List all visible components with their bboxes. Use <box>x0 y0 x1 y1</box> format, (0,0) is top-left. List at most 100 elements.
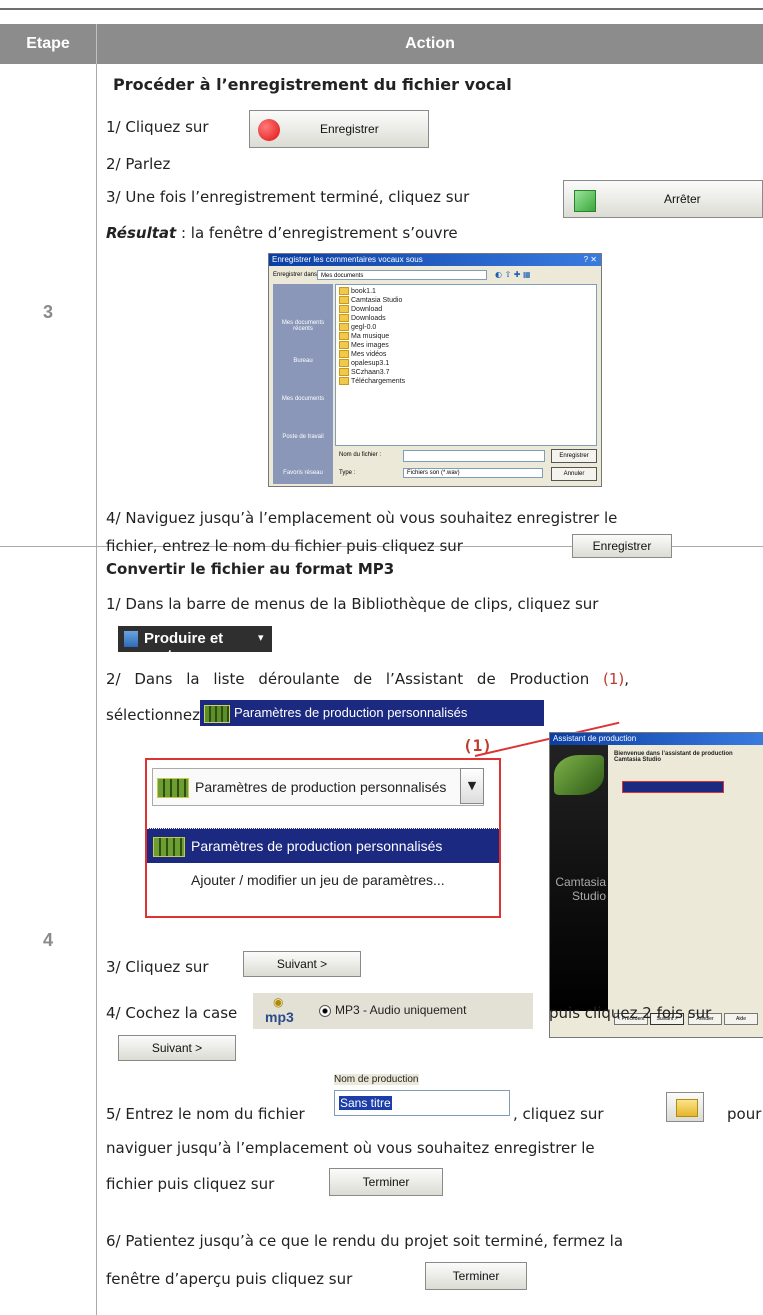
wizard-welcome: Bienvenue dans l’assistant de production… <box>614 751 733 763</box>
next-button-2[interactable]: Suivant > <box>118 1035 236 1061</box>
file-item: Camtasia Studio <box>351 296 403 304</box>
mp3-icon: ◉ mp3 <box>265 995 294 1025</box>
file-item: Download <box>351 305 383 313</box>
production-wizard-screenshot: Assistant de production Camtasia Studio … <box>549 732 763 1038</box>
stop-button[interactable]: Arrêter <box>563 180 763 218</box>
finish-button-2[interactable]: Terminer <box>425 1262 527 1290</box>
file-item: Ma musique <box>351 332 390 340</box>
dialog-save-button: Enregistrer <box>551 449 597 463</box>
file-item: Téléchargements <box>351 377 406 385</box>
wizard-help-button: Aide <box>724 1013 758 1025</box>
dropdown-option-selected: Paramètres de production personnalisés <box>147 828 499 863</box>
finish-button[interactable]: Terminer <box>329 1168 443 1196</box>
save-in-label: Enregistrer dans : <box>273 272 321 278</box>
file-item: Mes vidéos <box>351 350 387 358</box>
step3-result: Résultat : la fenêtre d’enregistrement s… <box>106 224 458 242</box>
save-in-select: Mes documents <box>317 270 487 280</box>
step-number-4: 4 <box>42 930 53 950</box>
step4-line3: 3/ Cliquez sur <box>106 958 209 976</box>
result-text: : la fenêtre d’enregistrement s’ouvre <box>176 224 458 242</box>
step3-line4b: fichier, entrez le nom du fichier puis c… <box>106 537 463 555</box>
result-label: Résultat <box>106 224 177 242</box>
place-desktop: Bureau <box>293 358 313 364</box>
file-item: gegl-0.0 <box>351 323 377 331</box>
dialog-cancel-button: Annuler <box>551 467 597 481</box>
save-button[interactable]: Enregistrer <box>572 534 672 558</box>
filename-field <box>403 450 545 462</box>
step4-line4-suffix: puis cliquez 2 fois sur <box>549 1004 712 1022</box>
wizard-preset-select <box>622 781 724 793</box>
column-divider <box>96 64 97 1315</box>
dropdown-callout-box: Paramètres de production personnalisés ▼… <box>145 758 501 918</box>
type-label: Type : <box>339 470 356 476</box>
step4-line6a: 6/ Patientez jusqu’à ce que le rendu du … <box>106 1232 624 1250</box>
record-icon <box>258 119 280 141</box>
film-strip-icon <box>157 778 189 798</box>
produce-share-button[interactable]: Produire et partager ▾ <box>118 626 272 664</box>
step4-line5-end: pour <box>727 1105 762 1123</box>
film-icon <box>124 631 138 647</box>
dropdown-option-add: Ajouter / modifier un jeu de paramètres.… <box>191 872 445 888</box>
folder-open-icon <box>676 1099 698 1117</box>
step4-line5-mid: , cliquez sur <box>513 1105 604 1123</box>
production-name-input[interactable]: Sans titre <box>334 1090 510 1116</box>
step-number-3: 3 <box>42 302 53 322</box>
save-dialog-title: Enregistrer les commentaires vocaux sous… <box>269 254 601 266</box>
browse-folder-button[interactable] <box>666 1092 704 1122</box>
step4-line5a: 5/ Entrez le nom du fichier <box>106 1105 305 1123</box>
place-network: Favoris réseau <box>283 470 323 476</box>
mp3-option[interactable]: ◉ mp3 MP3 - Audio uniquement <box>253 993 533 1029</box>
callout-marker: (1) <box>603 670 625 688</box>
file-item: opalesup3.1 <box>351 359 390 367</box>
places-bar: Mes documents récents Bureau Mes documen… <box>273 284 333 484</box>
preset-highlight-label: Paramètres de production personnalisés <box>234 705 468 720</box>
dropdown-field: Paramètres de production personnalisés ▼ <box>152 768 484 806</box>
dropdown-arrow-icon: ▼ <box>460 768 484 804</box>
file-item: SCzhaan3.7 <box>351 368 390 376</box>
step4-line2b: sélectionnez <box>106 706 201 724</box>
preset-highlight: Paramètres de production personnalisés <box>200 700 544 726</box>
step3-line4a: 4/ Naviguez jusqu’à l’emplacement où vou… <box>106 509 618 527</box>
file-item: Downloads <box>351 314 386 322</box>
wizard-title: Assistant de production <box>550 733 763 745</box>
help-close-icon: ? ✕ <box>583 255 597 264</box>
dropdown-option-label: Paramètres de production personnalisés <box>191 838 443 854</box>
stop-icon <box>574 190 596 212</box>
step4-title: Convertir le fichier au format MP3 <box>106 560 395 578</box>
record-button-label: Enregistrer <box>320 122 379 136</box>
file-item: Mes images <box>351 341 389 349</box>
header-step: Etape <box>26 35 70 52</box>
step3-line1: 1/ Cliquez sur <box>106 118 209 136</box>
produce-share-label: Produire et partager <box>144 630 224 664</box>
table-header: Etape Action <box>0 24 763 64</box>
dropdown-value: Paramètres de production personnalisés <box>195 779 447 795</box>
radio-selected-icon <box>319 1005 331 1017</box>
top-rule <box>0 8 763 10</box>
filename-label: Nom du fichier : <box>339 452 382 458</box>
wizard-brand: Camtasia Studio <box>555 875 606 903</box>
save-dialog-screenshot: Enregistrer les commentaires vocaux sous… <box>268 253 602 487</box>
step4-line6b: fenêtre d’aperçu puis cliquez sur <box>106 1270 353 1288</box>
step3-line3: 3/ Une fois l’enregistrement terminé, cl… <box>106 188 470 206</box>
step4-line5b: naviguer jusqu’à l’emplacement où vous s… <box>106 1139 595 1157</box>
stop-button-label: Arrêter <box>664 192 701 206</box>
wizard-side-panel: Camtasia Studio <box>550 745 608 1011</box>
step3-line2: 2/ Parlez <box>106 155 171 173</box>
type-select: Fichiers son (*.wav) <box>403 468 543 478</box>
film-strip-icon <box>204 705 230 723</box>
place-documents: Mes documents <box>281 396 325 402</box>
step4-line5c: fichier puis cliquez sur <box>106 1175 275 1193</box>
chevron-down-icon: ▾ <box>258 631 264 644</box>
place-recent: Mes documents récents <box>281 320 325 332</box>
step4-line2a: 2/ Dans la liste déroulante de l’Assista… <box>106 670 630 688</box>
mp3-option-label: MP3 - Audio uniquement <box>335 1003 467 1017</box>
film-strip-icon <box>153 837 185 857</box>
next-button[interactable]: Suivant > <box>243 951 361 977</box>
record-button[interactable]: Enregistrer <box>249 110 429 148</box>
header-action: Action <box>405 35 455 52</box>
step4-line4: 4/ Cochez la case <box>106 1004 238 1022</box>
step3-title: Procéder à l’enregistrement du fichier v… <box>113 75 512 94</box>
production-name-label: Nom de production <box>334 1074 419 1085</box>
place-computer: Poste de travail <box>282 434 324 440</box>
toolbar-icons: ◐ ⇧ ✚ ▦ <box>495 270 531 279</box>
